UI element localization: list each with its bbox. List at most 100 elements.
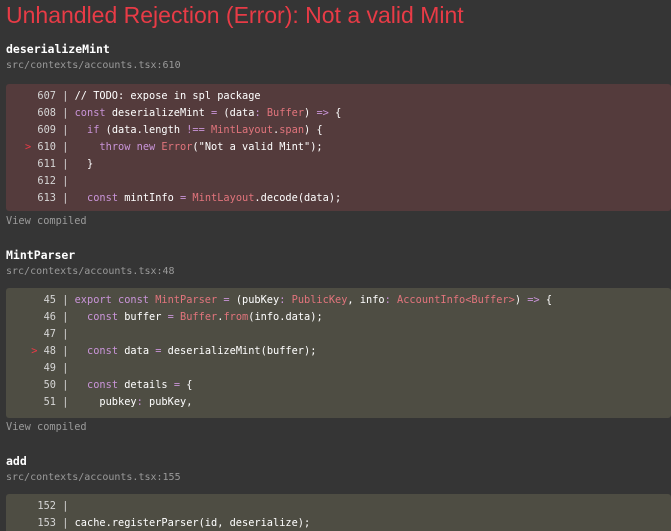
code-token: : xyxy=(384,294,398,306)
code-token: // TODO: expose in spl package xyxy=(74,90,261,102)
code-line: 50 | const details = { xyxy=(6,377,671,394)
gutter-separator: | xyxy=(56,379,75,391)
code-token: if xyxy=(87,124,106,136)
code-token: const xyxy=(87,192,125,204)
code-line: 612 | xyxy=(6,173,671,190)
line-number-value: 607 xyxy=(37,90,56,102)
code-token: !== xyxy=(186,124,212,136)
code-line: 611 | } xyxy=(6,156,671,173)
code-line: 45 | export const MintParser = (pubKey: … xyxy=(6,292,671,309)
code-token: mintInfo xyxy=(124,192,181,204)
code-token: MintLayout xyxy=(211,124,274,136)
code-token: : xyxy=(279,294,292,306)
gutter-separator: | xyxy=(56,294,75,306)
code-token: throw new xyxy=(99,141,162,153)
code-token: => xyxy=(316,107,336,119)
line-number-value: 51 xyxy=(43,396,56,408)
code-token: PublicKey xyxy=(291,294,348,306)
code-token: Error xyxy=(161,141,193,153)
code-token: export const xyxy=(74,294,156,306)
code-token: pubKey, xyxy=(149,396,193,408)
gutter-separator: | xyxy=(56,141,75,153)
code-token: => xyxy=(527,294,546,306)
code-token: Buffer xyxy=(266,107,305,119)
gutter-separator: | xyxy=(56,158,75,170)
frame-file-location[interactable]: src/contexts/accounts.tsx:155 xyxy=(6,471,671,484)
line-number-value: 48 xyxy=(43,345,56,357)
code-token: span xyxy=(279,124,305,136)
line-number-value: 611 xyxy=(37,158,56,170)
code-token: decode(data); xyxy=(260,192,342,204)
code-token: ) xyxy=(514,294,528,306)
code-token: : xyxy=(254,107,267,119)
code-token: registerParser(id, deserialize); xyxy=(111,517,311,529)
line-number: 47 xyxy=(6,326,56,343)
error-title: Unhandled Rejection (Error): Not a valid… xyxy=(6,2,464,28)
line-number-value: 45 xyxy=(43,294,56,306)
code-token: = xyxy=(173,379,187,391)
view-compiled-link[interactable]: View compiled xyxy=(6,421,87,433)
code-token: ) xyxy=(304,107,317,119)
line-number: 46 xyxy=(6,309,56,326)
code-snippet: 152 | 153 | cache.registerParser(id, des… xyxy=(6,494,671,531)
frame-function-name: deserializeMint xyxy=(6,42,110,56)
code-line: 607 | // TODO: expose in spl package xyxy=(6,88,671,105)
line-number: 45 xyxy=(6,292,56,309)
code-token: data xyxy=(229,107,255,119)
line-number-value: 610 xyxy=(37,141,56,153)
code-token: const xyxy=(87,311,125,323)
code-line: 153 | cache.registerParser(id, deseriali… xyxy=(6,515,671,531)
line-number: > 610 xyxy=(6,139,56,156)
line-number: 611 xyxy=(6,156,56,173)
gutter-separator: | xyxy=(56,345,75,357)
code-token: details xyxy=(124,379,174,391)
code-token: ) { xyxy=(304,124,323,136)
gutter-separator: | xyxy=(56,362,75,374)
view-compiled-link[interactable]: View compiled xyxy=(6,215,87,227)
code-token: { xyxy=(335,107,342,119)
code-token: MintParser xyxy=(155,294,224,306)
gutter-separator: | xyxy=(56,192,75,204)
code-line: 46 | const buffer = Buffer.from(info.dat… xyxy=(6,309,671,326)
code-token: { xyxy=(545,294,553,306)
code-token: (info.data); xyxy=(248,311,323,323)
line-number: > 48 xyxy=(6,343,56,360)
line-number-value: 152 xyxy=(37,500,56,512)
line-number: 51 xyxy=(6,394,56,411)
code-line: 49 | xyxy=(6,360,671,377)
code-token: = xyxy=(167,311,181,323)
line-number: 49 xyxy=(6,360,56,377)
line-number-value: 608 xyxy=(37,107,56,119)
code-token: ("Not a valid Mint"); xyxy=(192,141,323,153)
line-number: 609 xyxy=(6,122,56,139)
code-line: > 610 | throw new Error("Not a valid Min… xyxy=(6,139,671,156)
code-token: deserializeMint xyxy=(111,107,212,119)
line-number-value: 47 xyxy=(43,328,56,340)
gutter-separator: | xyxy=(56,396,75,408)
line-number-value: 50 xyxy=(43,379,56,391)
gutter-separator: | xyxy=(56,175,75,187)
line-number: 152 xyxy=(6,498,56,515)
code-token: = xyxy=(155,345,168,357)
line-number: 608 xyxy=(6,105,56,122)
gutter-separator: | xyxy=(56,124,75,136)
code-token: const xyxy=(87,345,125,357)
gutter-separator: | xyxy=(56,107,75,119)
code-token: deserializeMint(buffer); xyxy=(167,345,317,357)
frame-file-location[interactable]: src/contexts/accounts.tsx:48 xyxy=(6,265,671,278)
code-token: pubkey xyxy=(74,396,137,408)
gutter-separator: | xyxy=(56,311,75,323)
code-token: = xyxy=(211,107,224,119)
code-token: const xyxy=(74,107,112,119)
code-line: 613 | const mintInfo = MintLayout.decode… xyxy=(6,190,671,207)
line-number-value: 609 xyxy=(37,124,56,136)
code-snippet: 45 | export const MintParser = (pubKey: … xyxy=(6,288,671,418)
frame-file-location[interactable]: src/contexts/accounts.tsx:610 xyxy=(6,59,671,72)
line-number: 607 xyxy=(6,88,56,105)
code-token: Buffer xyxy=(180,311,218,323)
code-line: 152 | xyxy=(6,498,671,515)
